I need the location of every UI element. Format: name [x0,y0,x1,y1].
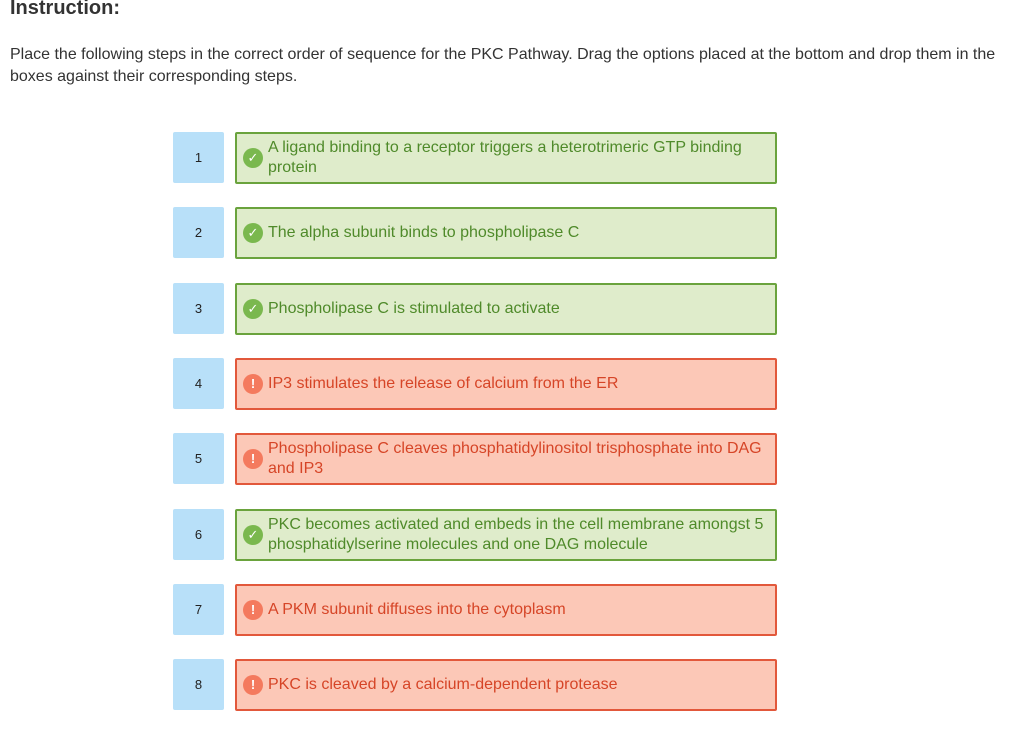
step-number: 7 [173,584,224,635]
step-row: 2 ✓ The alpha subunit binds to phospholi… [173,207,779,259]
check-icon: ✓ [243,525,263,545]
answer-text: A ligand binding to a receptor triggers … [268,139,742,176]
step-number: 6 [173,509,224,560]
step-row: 4 ! IP3 stimulates the release of calciu… [173,358,779,410]
step-row: 7 ! A PKM subunit diffuses into the cyto… [173,584,779,636]
answer-text: Phospholipase C cleaves phosphatidylinos… [268,440,762,477]
instruction-text: Place the following steps in the correct… [10,46,996,85]
answer-text: Phospholipase C is stimulated to activat… [268,300,560,317]
exclamation-icon: ! [243,600,263,620]
step-number: 2 [173,207,224,258]
exclamation-icon: ! [243,675,263,695]
answer-drop-box[interactable]: ✓ PKC becomes activated and embeds in th… [235,509,777,561]
instruction-heading: Instruction: [10,0,120,19]
answer-drop-box[interactable]: ✓ Phospholipase C is stimulated to activ… [235,283,777,335]
check-icon: ✓ [243,299,263,319]
exclamation-icon: ! [243,374,263,394]
answer-drop-box[interactable]: ✓ A ligand binding to a receptor trigger… [235,132,777,184]
step-number: 8 [173,659,224,710]
answer-drop-box[interactable]: ! Phospholipase C cleaves phosphatidylin… [235,433,777,485]
step-row: 8 ! PKC is cleaved by a calcium-dependen… [173,659,779,711]
check-icon: ✓ [243,148,263,168]
answer-text: The alpha subunit binds to phospholipase… [268,224,580,241]
step-row: 5 ! Phospholipase C cleaves phosphatidyl… [173,433,779,485]
step-number: 5 [173,433,224,484]
answer-drop-box[interactable]: ! PKC is cleaved by a calcium-dependent … [235,659,777,711]
step-row: 1 ✓ A ligand binding to a receptor trigg… [173,132,779,184]
answer-text: IP3 stimulates the release of calcium fr… [268,375,619,392]
step-row: 6 ✓ PKC becomes activated and embeds in … [173,509,779,561]
answer-drop-box[interactable]: ! IP3 stimulates the release of calcium … [235,358,777,410]
answer-drop-box[interactable]: ! A PKM subunit diffuses into the cytopl… [235,584,777,636]
answer-text: PKC is cleaved by a calcium-dependent pr… [268,676,618,693]
answer-text: PKC becomes activated and embeds in the … [268,516,764,553]
answer-drop-box[interactable]: ✓ The alpha subunit binds to phospholipa… [235,207,777,259]
step-number: 3 [173,283,224,334]
answer-text: A PKM subunit diffuses into the cytoplas… [268,601,566,618]
check-icon: ✓ [243,223,263,243]
exclamation-icon: ! [243,449,263,469]
step-number: 4 [173,358,224,409]
step-number: 1 [173,132,224,183]
step-row: 3 ✓ Phospholipase C is stimulated to act… [173,283,779,335]
